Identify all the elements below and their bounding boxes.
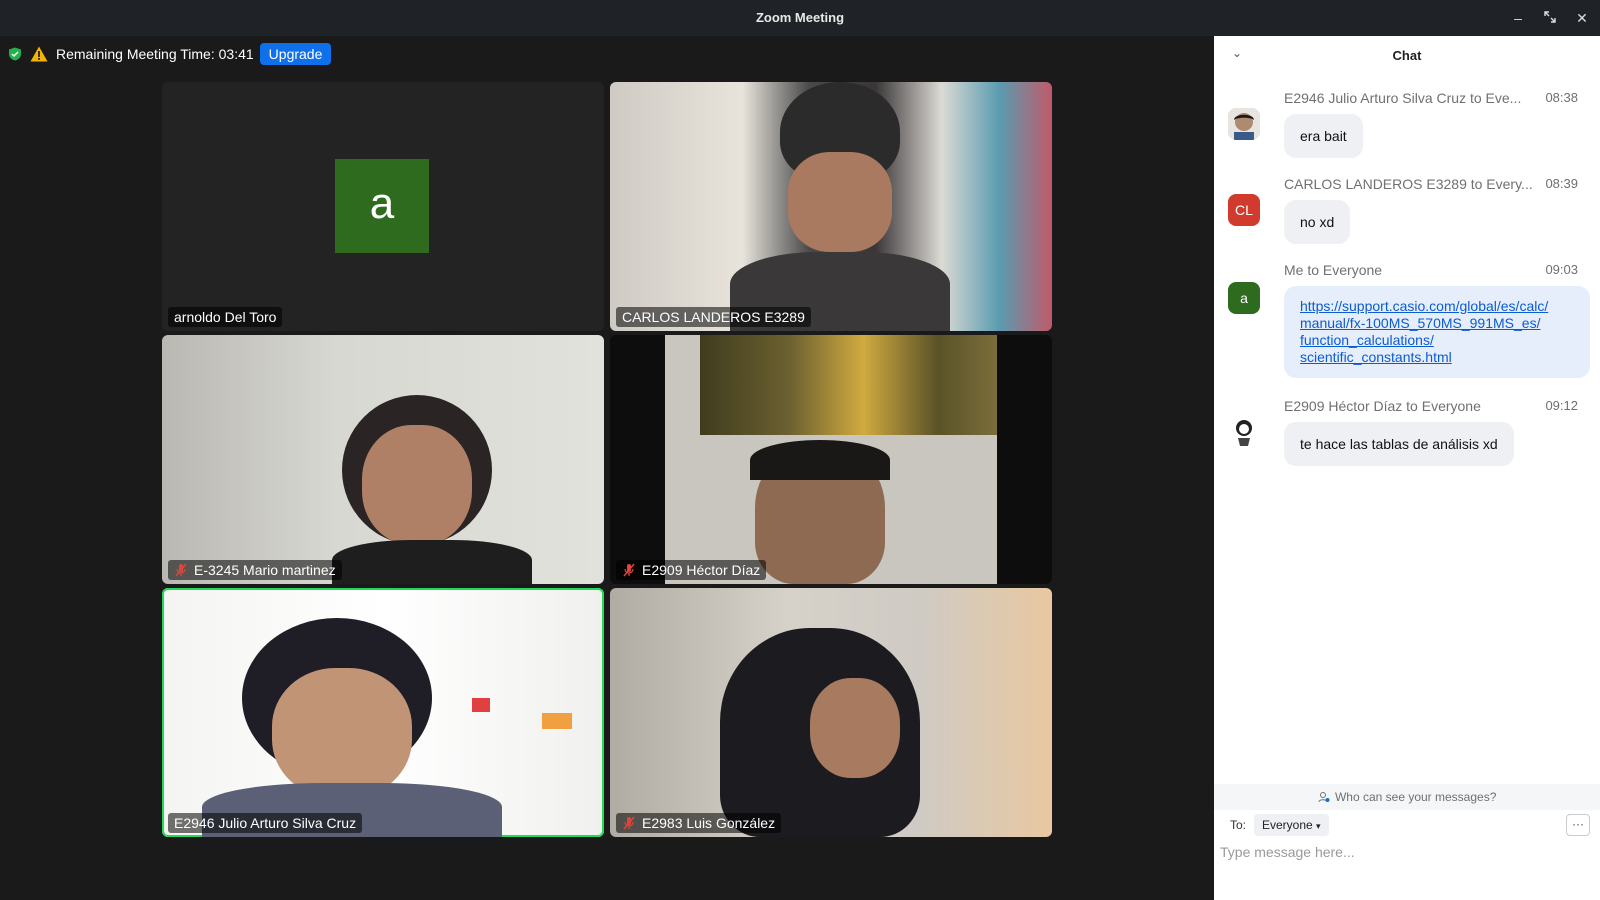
video-tile[interactable]: E2909 Héctor Díaz <box>610 335 1052 584</box>
recipient-value: Everyone <box>1262 818 1313 832</box>
message-bubble: https://support.casio.com/global/es/calc… <box>1284 286 1590 378</box>
avatar-drawing-icon <box>1228 416 1260 448</box>
video-tile[interactable]: E2983 Luis González <box>610 588 1052 837</box>
who-can-see-messages[interactable]: Who can see your messages? <box>1214 784 1600 810</box>
minimize-icon[interactable]: – <box>1508 8 1528 28</box>
video-feed-shape <box>332 540 532 584</box>
link-line: scientific_constants.html <box>1300 349 1452 365</box>
recipient-select[interactable]: Everyone ▾ <box>1254 814 1329 836</box>
video-feed-shape <box>272 668 412 798</box>
muted-mic-icon <box>623 563 635 577</box>
message-sender: E2909 Héctor Díaz to Everyone <box>1284 398 1481 414</box>
message-bubble: te hace las tablas de análisis xd <box>1284 422 1514 466</box>
message-sender: Me to Everyone <box>1284 262 1383 278</box>
meeting-area: Remaining Meeting Time: 03:41 Upgrade a … <box>0 36 1214 900</box>
fullscreen-icon[interactable] <box>1540 8 1560 28</box>
avatar: a <box>1228 282 1260 314</box>
message-time: 09:12 <box>1545 398 1578 413</box>
message-time: 09:03 <box>1545 262 1578 277</box>
encryption-shield-icon[interactable] <box>8 47 22 61</box>
message-bubble: era bait <box>1284 114 1363 158</box>
to-label: To: <box>1230 818 1247 832</box>
video-tile-active-speaker[interactable]: E2946 Julio Arturo Silva Cruz <box>162 588 604 837</box>
meeting-info-bar: Remaining Meeting Time: 03:41 Upgrade <box>8 42 332 66</box>
link-line: function_calculations/ <box>1300 332 1434 348</box>
message-link[interactable]: https://support.casio.com/global/es/calc… <box>1300 298 1548 365</box>
participant-name: E2946 Julio Arturo Silva Cruz <box>168 813 363 833</box>
message-meta: CARLOS LANDEROS E3289 to Every... 08:39 <box>1284 176 1584 195</box>
video-tile[interactable]: CARLOS LANDEROS E3289 <box>610 82 1052 331</box>
close-icon[interactable]: ✕ <box>1572 8 1592 28</box>
message-sender: CARLOS LANDEROS E3289 to Every... <box>1284 176 1533 192</box>
link-line: manual/fx-100MS_570MS_991MS_es/ <box>1300 315 1541 331</box>
message-time: 08:38 <box>1545 90 1578 105</box>
upgrade-button[interactable]: Upgrade <box>259 43 332 65</box>
participant-name: E2983 Luis González <box>616 813 782 833</box>
chat-panel: ⌄ Chat E2946 Julio Arturo Silva Cruz to … <box>1214 36 1600 900</box>
video-feed-shape <box>810 678 900 778</box>
window-title: Zoom Meeting <box>755 10 845 25</box>
muted-mic-icon <box>175 563 187 577</box>
message-meta: E2946 Julio Arturo Silva Cruz to Eve... … <box>1284 90 1584 109</box>
message-input[interactable] <box>1218 840 1588 864</box>
avatar <box>1228 416 1260 448</box>
participant-name-text: CARLOS LANDEROS E3289 <box>622 309 805 325</box>
participant-name-text: E2909 Héctor Díaz <box>642 562 761 578</box>
avatar-photo-icon <box>1228 108 1260 140</box>
avatar <box>1228 108 1260 140</box>
chat-message: E2909 Héctor Díaz to Everyone 09:12 te h… <box>1228 398 1590 478</box>
warning-icon <box>30 46 48 62</box>
window-titlebar: Zoom Meeting – ✕ <box>0 0 1600 36</box>
video-tile[interactable]: E-3245 Mario martinez <box>162 335 604 584</box>
link-line: https://support.casio.com/global/es/calc… <box>1300 298 1549 314</box>
video-tile[interactable]: a arnoldo Del Toro <box>162 82 604 331</box>
chat-message: E2946 Julio Arturo Silva Cruz to Eve... … <box>1228 90 1590 170</box>
participant-name: CARLOS LANDEROS E3289 <box>616 307 811 327</box>
avatar: CL <box>1228 194 1260 226</box>
privacy-user-icon <box>1318 792 1330 803</box>
participant-name: arnoldo Del Toro <box>168 307 283 327</box>
participant-avatar: a <box>335 159 429 253</box>
video-feed-shape <box>542 713 572 729</box>
participant-name-text: E-3245 Mario martinez <box>194 562 336 578</box>
message-sender: E2946 Julio Arturo Silva Cruz to Eve... <box>1284 90 1522 106</box>
video-feed-shape <box>700 335 997 435</box>
video-feed-shape <box>362 425 472 545</box>
message-bubble: no xd <box>1284 200 1351 244</box>
more-options-button[interactable]: ··· <box>1566 814 1590 836</box>
message-meta: Me to Everyone 09:03 <box>1284 262 1584 281</box>
chat-message: CL CARLOS LANDEROS E3289 to Every... 08:… <box>1228 176 1590 256</box>
participant-name-text: arnoldo Del Toro <box>174 309 277 325</box>
chevron-down-icon: ▾ <box>1316 821 1321 831</box>
participant-name: E2909 Héctor Díaz <box>616 560 767 580</box>
video-feed-shape <box>750 440 890 480</box>
participant-name: E-3245 Mario martinez <box>168 560 342 580</box>
participant-name-text: E2946 Julio Arturo Silva Cruz <box>174 815 357 831</box>
message-meta: E2909 Héctor Díaz to Everyone 09:12 <box>1284 398 1584 417</box>
video-feed-shape <box>472 698 490 712</box>
participant-name-text: E2983 Luis González <box>642 815 776 831</box>
remaining-time-label: Remaining Meeting Time: 03:41 <box>56 46 254 62</box>
recipient-bar: To: Everyone ▾ ··· <box>1214 810 1600 840</box>
chat-header: ⌄ Chat <box>1214 36 1600 76</box>
muted-mic-icon <box>623 816 635 830</box>
chat-message: a Me to Everyone 09:03 https://support.c… <box>1228 262 1590 388</box>
message-time: 08:39 <box>1545 176 1578 191</box>
video-feed-shape <box>788 152 892 252</box>
who-can-see-label: Who can see your messages? <box>1334 790 1497 804</box>
chat-title: Chat <box>1392 48 1422 63</box>
